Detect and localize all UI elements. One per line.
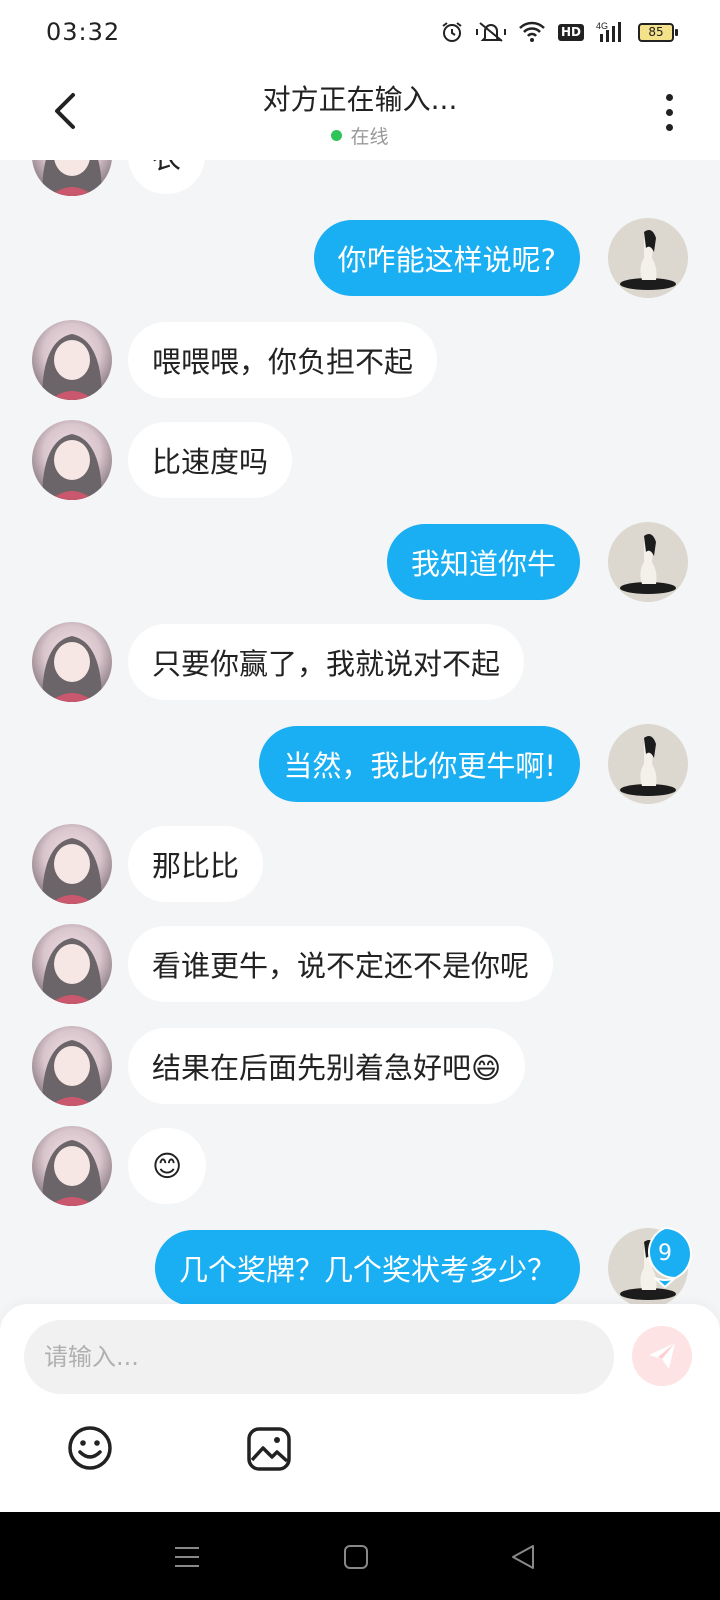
send-button[interactable] [632, 1326, 692, 1386]
menu-icon[interactable] [172, 1542, 202, 1572]
message-bubble[interactable]: 衣 [128, 160, 206, 194]
network-type: 4G [596, 21, 608, 31]
back-nav-icon[interactable] [508, 1542, 538, 1572]
more-options-button[interactable] [654, 90, 684, 134]
image-icon [247, 1427, 291, 1471]
my-avatar[interactable] [608, 724, 688, 804]
contact-avatar[interactable] [32, 1126, 112, 1206]
signal-icon: 4G [596, 21, 621, 42]
more-dot [665, 108, 673, 116]
more-dot [665, 123, 673, 131]
message-bubble[interactable]: 你咋能这样说呢? [313, 220, 580, 296]
wifi-icon [519, 21, 545, 42]
contact-avatar[interactable] [32, 924, 112, 1004]
system-nav-bar [0, 1512, 720, 1600]
message-bubble[interactable]: 结果在后面先别着急好吧😄 [128, 1028, 526, 1104]
contact-avatar[interactable] [32, 1026, 112, 1106]
my-avatar-image [620, 534, 676, 594]
my-avatar-image [620, 230, 676, 290]
contact-avatar[interactable] [32, 622, 112, 702]
paper-plane-icon [649, 1343, 675, 1369]
back-button[interactable] [40, 86, 90, 136]
contact-avatar[interactable] [32, 420, 112, 500]
unread-count: 9 [658, 1240, 672, 1266]
chat-header: 对方正在输入... 在线 [0, 64, 720, 160]
online-status-label: 在线 [350, 126, 389, 148]
status-time: 03:32 [46, 18, 121, 46]
message-bubble[interactable]: 😊 [128, 1128, 207, 1204]
contact-avatar-image [42, 1140, 102, 1206]
message-row: 我知道你牛 [0, 522, 720, 602]
message-bubble[interactable]: 喂喂喂，你负担不起 [128, 322, 438, 398]
message-bubble[interactable]: 看谁更牛，说不定还不是你呢 [128, 926, 554, 1002]
home-icon[interactable] [341, 1542, 371, 1572]
my-avatar-image [620, 736, 676, 796]
battery-icon: 85 [638, 22, 678, 42]
contact-avatar[interactable] [32, 824, 112, 904]
online-dot-icon [331, 130, 343, 141]
unread-count-badge[interactable]: 9 [637, 1226, 693, 1289]
message-row: 只要你赢了，我就说对不起 [0, 622, 720, 702]
message-bubble[interactable]: 我知道你牛 [386, 524, 580, 600]
my-avatar[interactable] [608, 218, 688, 298]
message-row: 比速度吗 [0, 420, 720, 500]
status-bar: 03:32 HD 4G 85 [0, 0, 720, 64]
contact-avatar-image [42, 434, 102, 500]
message-bubble[interactable]: 比速度吗 [128, 422, 293, 498]
contact-avatar-image [42, 160, 102, 196]
online-status: 在线 [160, 122, 560, 149]
status-icons: HD 4G 85 [440, 20, 678, 44]
message-bubble[interactable]: 只要你赢了，我就说对不起 [128, 624, 525, 700]
hd-badge: HD [557, 23, 584, 41]
alarm-icon [442, 22, 462, 42]
message-bubble[interactable]: 当然，我比你更牛啊! [259, 726, 580, 802]
message-row: 当然，我比你更牛啊! [0, 724, 720, 804]
contact-avatar-image [42, 838, 102, 904]
message-row: 你咋能这样说呢? [0, 218, 720, 298]
message-row: 几个奖牌？几个奖状考多少？ [0, 1228, 720, 1304]
contact-avatar-image [42, 636, 102, 702]
image-picker-button[interactable] [246, 1426, 292, 1472]
message-row: 结果在后面先别着急好吧😄 [0, 1026, 720, 1106]
message-bubble[interactable]: 那比比 [128, 826, 264, 902]
my-avatar[interactable] [608, 522, 688, 602]
message-bubble[interactable]: 几个奖牌？几个奖状考多少？ [154, 1230, 580, 1304]
message-row: 那比比 [0, 824, 720, 904]
contact-avatar[interactable] [32, 320, 112, 400]
message-row: 😊 [0, 1126, 720, 1206]
message-row: 看谁更牛，说不定还不是你呢 [0, 924, 720, 1004]
message-input[interactable] [24, 1320, 614, 1394]
smiley-icon [68, 1426, 112, 1470]
chevron-left-icon [55, 93, 75, 129]
contact-avatar-image [42, 334, 102, 400]
emoji-button[interactable] [66, 1424, 114, 1472]
input-panel [0, 1304, 720, 1512]
more-vertical-icon [665, 93, 673, 101]
contact-avatar-image [42, 938, 102, 1004]
contact-avatar-image [42, 1040, 102, 1106]
mute-vibrate-icon [475, 22, 506, 42]
contact-avatar[interactable] [32, 160, 112, 196]
header-center: 对方正在输入... 在线 [160, 78, 560, 149]
message-row: 喂喂喂，你负担不起 [0, 320, 720, 400]
message-list[interactable]: 衣 你咋能这样说呢? 喂喂喂，你负担不起 [0, 160, 720, 1304]
message-row: 衣 [0, 160, 720, 196]
battery-level: 85 [648, 25, 664, 39]
page-title: 对方正在输入... [262, 83, 458, 116]
